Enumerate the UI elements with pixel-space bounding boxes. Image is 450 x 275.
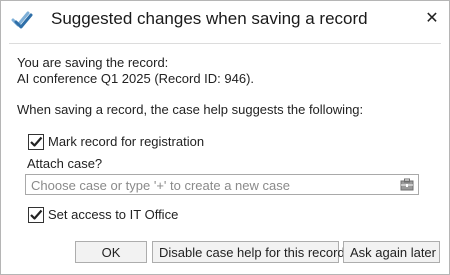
attach-case-label: Attach case? xyxy=(27,156,103,171)
case-picker-icon[interactable] xyxy=(400,178,414,191)
checkmark-icon xyxy=(30,209,43,220)
mark-registration-checkbox[interactable] xyxy=(28,134,44,150)
case-input[interactable]: Choose case or type '+' to create a new … xyxy=(31,178,290,193)
mark-registration-label[interactable]: Mark record for registration xyxy=(48,134,204,149)
double-check-icon xyxy=(11,10,33,30)
set-access-label[interactable]: Set access to IT Office xyxy=(48,207,178,222)
disable-case-help-button[interactable]: Disable case help for this record xyxy=(152,241,345,263)
ask-again-later-button[interactable]: Ask again later xyxy=(343,241,440,263)
close-icon[interactable]: ✕ xyxy=(419,6,445,32)
suggestion-intro-text: When saving a record, the case help sugg… xyxy=(17,102,364,117)
case-combobox[interactable]: Choose case or type '+' to create a new … xyxy=(25,174,419,195)
dialog-titlebar: Suggested changes when saving a record ✕ xyxy=(1,1,449,39)
dialog-title: Suggested changes when saving a record xyxy=(51,9,368,28)
ok-button[interactable]: OK xyxy=(75,241,147,263)
record-name-text: AI conference Q1 2025 (Record ID: 946). xyxy=(17,71,255,86)
saving-record-label: You are saving the record: xyxy=(17,55,169,70)
checkmark-icon xyxy=(30,136,43,147)
title-divider xyxy=(9,43,441,44)
suggested-changes-dialog: Suggested changes when saving a record ✕… xyxy=(0,0,450,275)
set-access-checkbox[interactable] xyxy=(28,207,44,223)
